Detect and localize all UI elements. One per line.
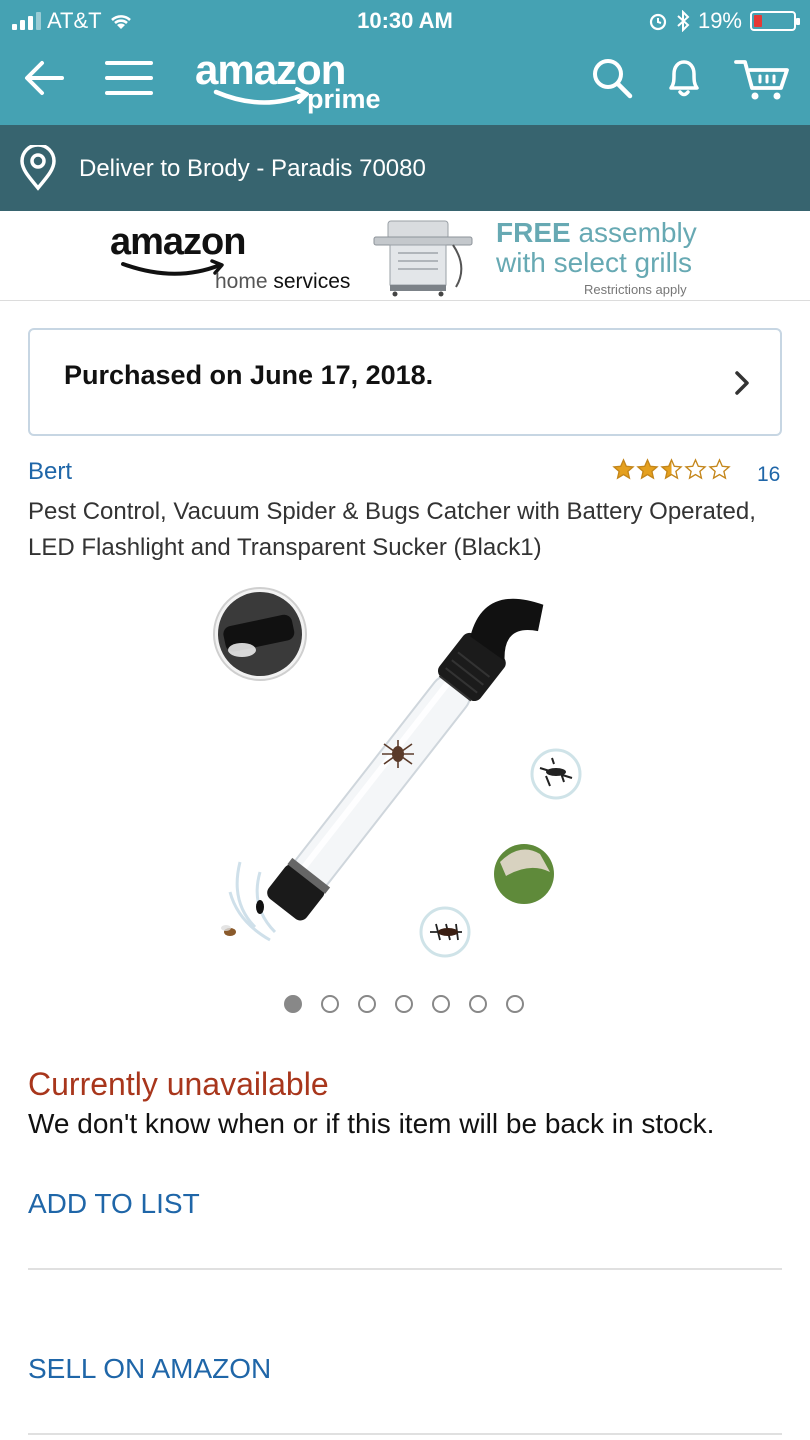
location-pin-icon	[20, 145, 56, 191]
menu-icon[interactable]	[104, 54, 154, 102]
star-icon	[636, 458, 659, 480]
delivery-address: Deliver to Brody - Paradis 70080	[79, 155, 426, 182]
divider	[28, 1433, 782, 1435]
bluetooth-icon	[677, 10, 690, 32]
purchase-date: Purchased on June 17, 2018.	[64, 360, 434, 390]
banner-brand-sub: home services	[215, 270, 350, 294]
add-to-list-button[interactable]: ADD TO LIST	[28, 1188, 200, 1220]
carousel-dot[interactable]	[395, 995, 413, 1013]
promo-line-2: with select grills	[496, 247, 693, 278]
carousel-dot[interactable]	[358, 995, 376, 1013]
chevron-right-icon	[735, 371, 749, 395]
status-bar: AT&T 10:30 AM 19%	[0, 0, 810, 42]
battery-percent: 19%	[697, 8, 742, 33]
availability-status: Currently unavailable	[28, 1066, 329, 1102]
cart-icon[interactable]	[733, 56, 791, 102]
logo-prime: prime	[307, 84, 381, 114]
grill-image	[373, 220, 473, 297]
search-icon[interactable]	[590, 56, 634, 100]
back-arrow-icon[interactable]	[20, 54, 68, 102]
availability-message: We don't know when or if this item will …	[28, 1108, 715, 1139]
grill-promo: FREE assembly with select grills Restric…	[496, 217, 697, 297]
purchase-history-card[interactable]: Purchased on June 17, 2018.	[28, 328, 782, 436]
banner-brand-word: amazon	[110, 221, 246, 263]
carousel-dot[interactable]	[469, 995, 487, 1013]
nav-bar: amazon prime	[0, 42, 810, 125]
promo-line-1: FREE assembly	[496, 217, 697, 249]
status-right: 19%	[648, 8, 800, 34]
top-header: AT&T 10:30 AM 19% amazon prime	[0, 0, 810, 125]
promo-restrictions: Restrictions apply	[584, 282, 687, 297]
divider	[28, 1268, 782, 1270]
product-title: Pest Control, Vacuum Spider & Bugs Catch…	[28, 498, 756, 561]
product-image[interactable]	[200, 572, 620, 972]
home-services-banner[interactable]: amazon home services FREE assembly with …	[0, 211, 810, 301]
promo-assembly: assembly	[570, 217, 697, 248]
smile-arrow-icon	[213, 87, 309, 105]
banner-smile-icon	[121, 259, 224, 276]
banner-sub-home: home	[215, 270, 268, 293]
bell-icon[interactable]	[662, 56, 706, 100]
carousel-dot[interactable]	[321, 995, 339, 1013]
brand-link[interactable]: Bert	[28, 458, 72, 486]
alarm-icon	[649, 13, 667, 31]
delivery-location-bar[interactable]: Deliver to Brody - Paradis 70080	[0, 125, 810, 211]
star-icon	[684, 458, 707, 480]
promo-free: FREE	[496, 217, 571, 248]
star-icon	[708, 458, 731, 480]
amazon-prime-logo[interactable]: amazon prime	[195, 46, 381, 114]
sell-on-amazon-button[interactable]: SELL ON AMAZON	[28, 1353, 271, 1385]
battery-icon	[750, 11, 800, 31]
carousel-dot[interactable]	[432, 995, 450, 1013]
star-rating[interactable]	[612, 458, 731, 481]
carousel-dot[interactable]	[284, 995, 302, 1013]
review-count[interactable]: 16	[757, 463, 780, 487]
image-carousel-dots[interactable]	[284, 995, 524, 1013]
star-icon	[612, 458, 635, 480]
star-icon	[660, 458, 683, 480]
carousel-dot[interactable]	[506, 995, 524, 1013]
amazon-home-services-logo: amazon home services	[110, 221, 350, 293]
banner-sub-services: services	[273, 270, 351, 293]
